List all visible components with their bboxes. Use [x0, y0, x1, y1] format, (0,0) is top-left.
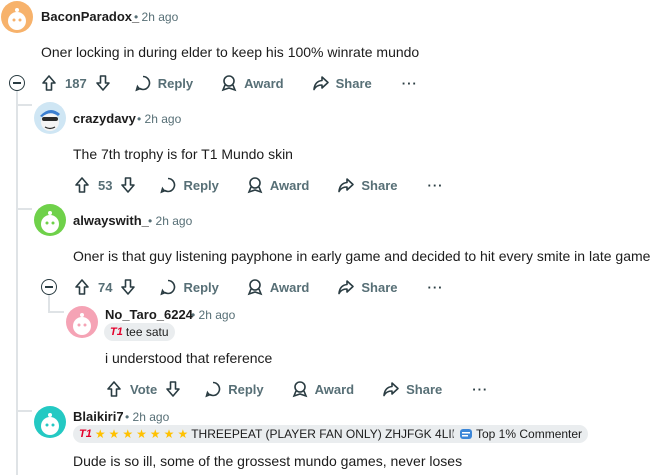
thread-line	[16, 88, 18, 475]
avatar[interactable]	[34, 102, 66, 134]
share-icon	[338, 178, 355, 193]
upvote-icon[interactable]	[73, 278, 91, 296]
comment-text: Oner is that guy listening payphone in e…	[73, 248, 651, 264]
thread-line	[48, 293, 50, 311]
award-button[interactable]: Award	[246, 278, 309, 296]
share-button[interactable]: Share	[337, 278, 398, 296]
award-button[interactable]: Award	[246, 176, 309, 194]
upvote-icon[interactable]	[40, 74, 58, 92]
downvote-icon[interactable]	[119, 278, 137, 296]
timestamp: • 2h ago	[125, 410, 170, 424]
avatar[interactable]	[34, 204, 66, 236]
reply-icon	[205, 381, 221, 398]
comment-actions: 74 Reply Award Share ···	[73, 275, 444, 299]
avatar[interactable]	[1, 1, 33, 33]
user-flair: T1 tee satu	[104, 323, 175, 341]
share-button[interactable]: Share	[312, 74, 372, 92]
award-icon	[292, 381, 308, 398]
star-icon: ★	[136, 427, 147, 441]
share-button[interactable]: Share	[382, 380, 442, 398]
more-options-button[interactable]: ···	[428, 280, 444, 295]
share-icon	[312, 76, 329, 91]
badge-icon	[460, 429, 472, 439]
comment-text: Dude is so ill, some of the grossest mun…	[73, 453, 463, 469]
comment-actions: 53 Reply Award Share ···	[73, 173, 444, 197]
more-options-button[interactable]: ···	[472, 382, 488, 397]
reply-icon	[160, 279, 176, 296]
vote-group: Vote	[105, 380, 182, 398]
collapse-button[interactable]	[9, 75, 25, 91]
vote-group: 187	[40, 74, 112, 92]
upvote-icon[interactable]	[105, 380, 123, 398]
comment-actions: 187 Reply Award Share ···	[40, 71, 418, 95]
reply-button[interactable]: Reply	[159, 176, 219, 194]
thread-branch	[16, 410, 32, 412]
star-icon: ★	[177, 427, 189, 441]
comment-text: Oner locking in during elder to keep his…	[41, 44, 420, 60]
username[interactable]: No_Taro_6224	[105, 307, 193, 322]
star-icon: ★	[149, 427, 161, 441]
star-icon: ★	[163, 427, 175, 441]
reply-icon	[160, 177, 176, 194]
share-button[interactable]: Share	[337, 176, 398, 194]
reply-button[interactable]: Reply	[159, 278, 219, 296]
reply-button[interactable]: Reply	[204, 380, 264, 398]
award-icon	[247, 279, 263, 296]
user-flair: T1 ★ ★ ★ ★ ★ ★ ★ THREEPEAT (PLAYER FAN O…	[73, 425, 474, 443]
award-icon	[221, 75, 237, 92]
comment-text: The 7th trophy is for T1 Mundo skin	[73, 146, 293, 162]
vote-group: 74	[73, 278, 137, 296]
downvote-icon[interactable]	[119, 176, 137, 194]
thread-branch	[16, 208, 32, 210]
star-icon: ★	[108, 427, 120, 441]
more-options-button[interactable]: ···	[402, 76, 418, 91]
comment-actions: Vote Reply Award Share ···	[105, 377, 488, 401]
t1-logo-icon: T1	[79, 428, 92, 440]
reply-icon	[134, 75, 150, 92]
username[interactable]: alwayswith_	[73, 213, 149, 228]
timestamp: • 2h ago	[134, 10, 179, 24]
timestamp: • 2h ago	[137, 112, 182, 126]
reply-button[interactable]: Reply	[134, 74, 193, 92]
vote-count: 74	[98, 279, 113, 295]
username[interactable]: BaconParadox_	[41, 9, 139, 24]
more-options-button[interactable]: ···	[428, 178, 444, 193]
top-commenter-badge: Top 1% Commenter	[453, 425, 589, 443]
timestamp: • 2h ago	[191, 308, 236, 322]
thread-branch	[16, 104, 32, 106]
comment-text: i understood that reference	[105, 350, 273, 366]
upvote-icon[interactable]	[73, 176, 91, 194]
award-button[interactable]: Award	[220, 74, 284, 92]
username[interactable]: crazydavy	[73, 111, 136, 126]
vote-count: 53	[98, 177, 113, 193]
share-icon	[338, 280, 355, 295]
username[interactable]: Blaikiri7	[73, 409, 124, 424]
vote-group: 53	[73, 176, 137, 194]
star-icon: ★	[122, 427, 134, 441]
share-icon	[383, 382, 399, 397]
thread-branch	[48, 311, 64, 313]
collapse-button[interactable]	[41, 279, 57, 295]
avatar[interactable]	[34, 406, 66, 438]
downvote-icon[interactable]	[164, 380, 182, 398]
timestamp: • 2h ago	[148, 214, 193, 228]
vote-label: Vote	[130, 381, 158, 397]
downvote-icon[interactable]	[94, 74, 112, 92]
award-button[interactable]: Award	[291, 380, 354, 398]
t1-logo-icon: T1	[110, 326, 123, 338]
star-icon: ★	[94, 427, 106, 441]
award-icon	[247, 177, 263, 194]
vote-count: 187	[65, 75, 87, 91]
avatar[interactable]	[66, 306, 98, 338]
